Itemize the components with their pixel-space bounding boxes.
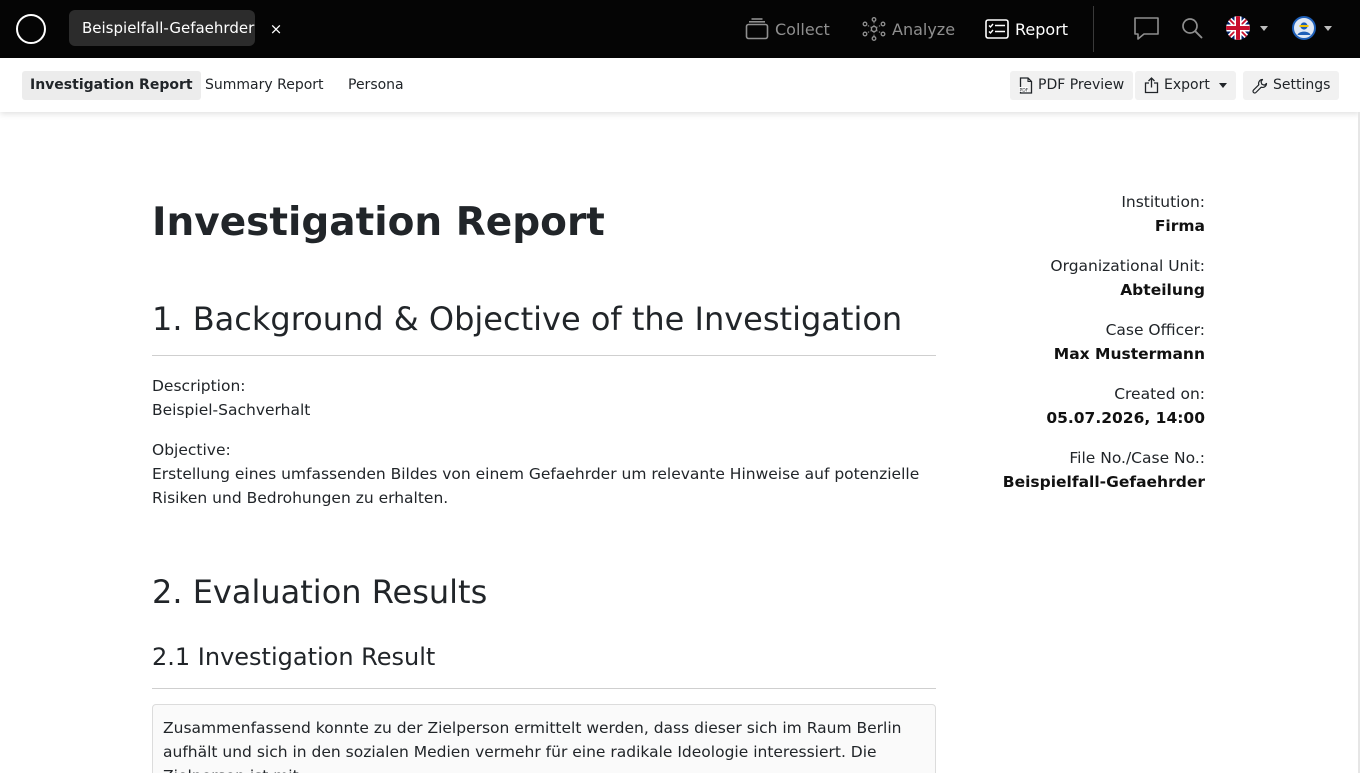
meta-value: Abteilung: [1120, 281, 1205, 299]
description-text: Beispiel-Sachverhalt: [152, 401, 311, 419]
export-label: Export: [1164, 77, 1210, 93]
investigation-result-box[interactable]: Zusammenfassend konnte zu der Zielperson…: [152, 704, 936, 773]
meta-value: 05.07.2026, 14:00: [1046, 409, 1205, 427]
meta-label: Institution:: [1121, 193, 1205, 211]
nav-analyze-label: Analyze: [892, 19, 956, 39]
meta-case-officer: Case Officer: Max Mustermann: [945, 318, 1205, 366]
share-icon: [1144, 77, 1159, 94]
nav-report[interactable]: Report: [985, 14, 1068, 44]
tab-persona[interactable]: Persona: [340, 71, 412, 100]
uk-flag-icon: [1226, 16, 1250, 40]
meta-file-number: File No./Case No.: Beispielfall-Gefaehrd…: [945, 446, 1205, 494]
circle-logo-icon[interactable]: [16, 14, 46, 44]
topbar-divider: [1093, 6, 1094, 52]
chat-bubble-icon[interactable]: [1133, 16, 1160, 42]
chevron-down-icon: [1324, 25, 1332, 31]
meta-label: Organizational Unit:: [1050, 257, 1205, 275]
tab-summary-report[interactable]: Summary Report: [197, 71, 332, 100]
objective-text: Erstellung eines umfassenden Bildes von …: [152, 465, 920, 507]
case-tab[interactable]: Beispielfall-Gefaehrder: [69, 10, 255, 46]
description-label: Description:: [152, 377, 246, 395]
settings-label: Settings: [1273, 77, 1331, 93]
meta-institution: Institution: Firma: [945, 190, 1205, 238]
close-case-button[interactable]: ×: [268, 17, 284, 41]
nav-report-label: Report: [1015, 19, 1069, 39]
top-navbar: Beispielfall-Gefaehrder × Collect Analyz…: [0, 0, 1360, 58]
wrench-icon: [1252, 78, 1268, 94]
meta-value: Firma: [1154, 217, 1205, 235]
section-divider: [152, 355, 936, 356]
settings-button[interactable]: Settings: [1243, 71, 1340, 100]
meta-created-on: Created on: 05.07.2026, 14:00: [945, 382, 1205, 430]
section-divider: [152, 688, 936, 689]
meta-label: Case Officer:: [1105, 321, 1205, 339]
section-1-heading: 1. Background & Objective of the Investi…: [152, 300, 903, 338]
pdf-preview-label: PDF Preview: [1038, 77, 1125, 93]
chevron-down-icon: [1218, 83, 1227, 88]
pdf-file-icon: PDF: [1019, 77, 1033, 94]
section-2-heading: 2. Evaluation Results: [152, 573, 488, 611]
report-icon: [985, 19, 1009, 39]
nav-collect[interactable]: Collect: [745, 14, 830, 44]
user-menu[interactable]: [1292, 16, 1332, 40]
search-icon[interactable]: [1181, 17, 1203, 39]
nav-analyze[interactable]: Analyze: [862, 14, 955, 44]
meta-value: Max Mustermann: [1053, 345, 1205, 363]
subsection-2-1-heading: 2.1 Investigation Result: [152, 643, 436, 671]
meta-label: File No./Case No.:: [1069, 449, 1205, 467]
export-dropdown-button[interactable]: Export: [1135, 71, 1236, 100]
objective-block: Objective: Erstellung eines umfassenden …: [152, 438, 936, 510]
meta-organizational-unit: Organizational Unit: Abteilung: [945, 254, 1205, 302]
user-avatar-icon: [1292, 16, 1316, 40]
tab-investigation-report[interactable]: Investigation Report: [22, 71, 201, 100]
objective-label: Objective:: [152, 441, 231, 459]
report-toolbar: Investigation Report Summary Report Pers…: [0, 58, 1360, 112]
pdf-preview-button[interactable]: PDF PDF Preview: [1010, 71, 1134, 100]
network-icon: [862, 17, 886, 41]
nav-collect-label: Collect: [775, 19, 830, 39]
svg-text:PDF: PDF: [1020, 88, 1029, 94]
meta-value: Beispielfall-Gefaehrder: [1002, 473, 1205, 491]
chevron-down-icon: [1260, 25, 1268, 31]
meta-label: Created on:: [1114, 385, 1205, 403]
report-meta: Institution: Firma Organizational Unit: …: [945, 190, 1205, 510]
description-block: Description: Beispiel-Sachverhalt: [152, 374, 936, 422]
collect-icon: [745, 18, 769, 40]
page-title: Investigation Report: [152, 200, 605, 245]
language-selector[interactable]: [1226, 16, 1268, 40]
